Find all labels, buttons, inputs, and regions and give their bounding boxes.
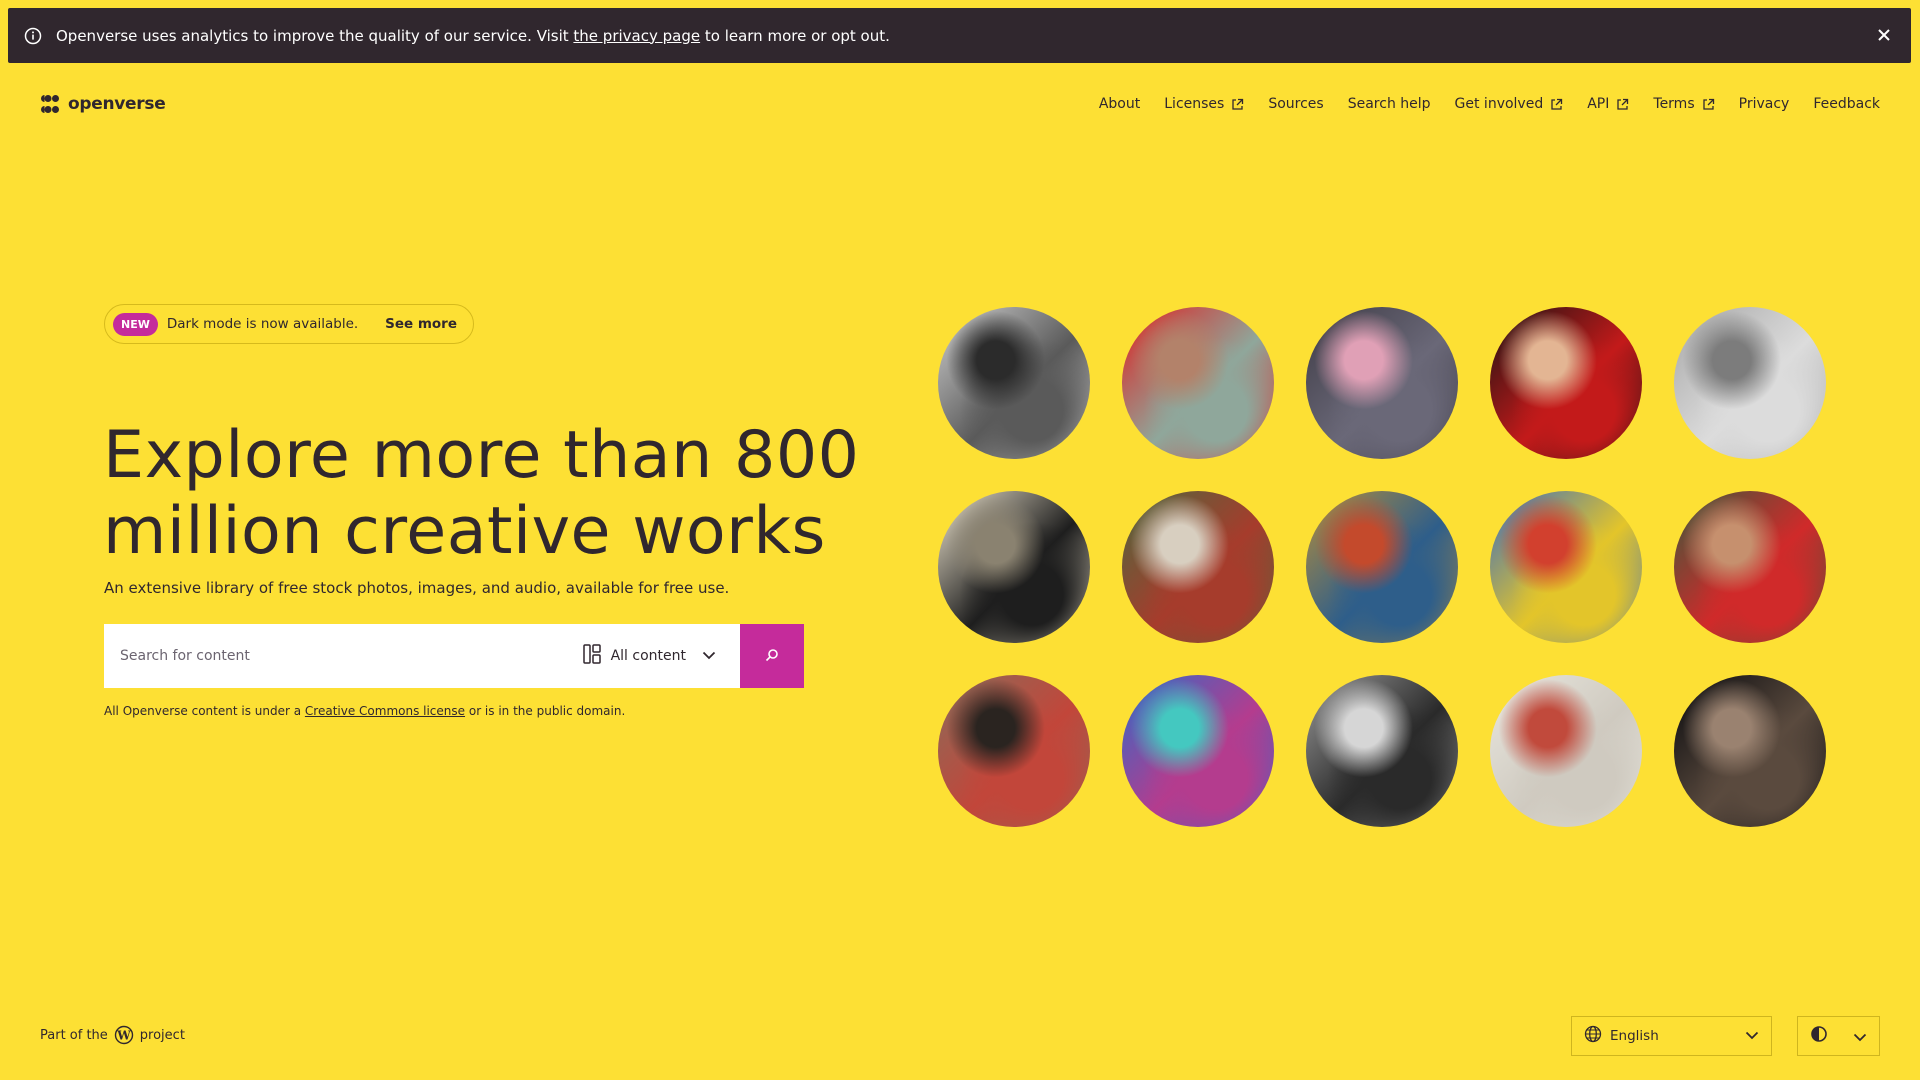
nav-terms[interactable]: Terms (1653, 96, 1714, 112)
see-more-button[interactable]: See more (385, 316, 457, 332)
banner-text: Openverse uses analytics to improve the … (56, 27, 890, 45)
external-link-icon (1550, 98, 1563, 111)
gallery-image-red-athlete-bowing[interactable] (1122, 307, 1274, 459)
gallery-image-wrestler-red-singlet[interactable] (1674, 491, 1826, 643)
nav-get-involved[interactable]: Get involved (1455, 96, 1564, 112)
globe-icon (1584, 1025, 1602, 1047)
chevron-down-icon (1853, 1027, 1867, 1046)
nav-label: Terms (1653, 96, 1695, 112)
gallery-image-poster-athlete[interactable] (1306, 491, 1458, 643)
logo-text: openverse (68, 94, 166, 114)
project-text: project (139, 1027, 185, 1043)
search-input[interactable] (120, 648, 575, 664)
page-title: Explore more than 800 million creative w… (103, 418, 863, 570)
gallery-image-track-cyclist[interactable] (1122, 491, 1274, 643)
title-line-1: Explore more than 800 (103, 418, 860, 493)
chevron-down-icon (702, 648, 716, 664)
theme-select[interactable] (1797, 1016, 1880, 1056)
nav-label: Get involved (1454, 96, 1544, 112)
part-of-text: Part of the (40, 1027, 108, 1043)
nav-label: About (1098, 96, 1141, 112)
nav-label: Feedback (1813, 96, 1880, 112)
notice-text: Dark mode is now available. (166, 316, 359, 332)
site-header: openverse About Licenses Sources Search … (40, 90, 1880, 118)
external-link-icon (1702, 98, 1715, 111)
gallery-image-sprinter-motion[interactable] (1122, 675, 1274, 827)
language-select[interactable]: English (1571, 1016, 1772, 1056)
language-label: English (1610, 1028, 1659, 1044)
chevron-down-icon (1745, 1028, 1759, 1044)
gallery-image-vintage-team-photo[interactable] (1306, 675, 1458, 827)
banner-text-after: to learn more or opt out. (700, 26, 890, 45)
nav-label: Licenses (1164, 96, 1225, 112)
gallery-image-cyclist-helmet[interactable] (938, 675, 1090, 827)
nav-sources[interactable]: Sources (1268, 96, 1323, 112)
nav-label: API (1587, 96, 1610, 112)
info-circle-icon (24, 27, 42, 45)
analytics-banner: Openverse uses analytics to improve the … (8, 8, 1911, 63)
privacy-page-link[interactable]: the privacy page (573, 27, 700, 45)
openverse-logo[interactable]: openverse (40, 94, 166, 114)
license-note-before: All Openverse content is under a (104, 704, 305, 718)
banner-text-before: Openverse uses analytics to improve the … (56, 26, 574, 45)
gallery-image-boxer-portrait[interactable] (938, 307, 1090, 459)
gallery-image-weightlifter-red[interactable] (1490, 307, 1642, 459)
gallery-image-wrestlers-drawing[interactable] (938, 491, 1090, 643)
nav-api[interactable]: API (1587, 96, 1629, 112)
openverse-logo-icon (40, 94, 60, 114)
license-note: All Openverse content is under a Creativ… (104, 704, 625, 718)
nav-licenses[interactable]: Licenses (1164, 96, 1244, 112)
creative-commons-link[interactable]: Creative Commons license (305, 704, 465, 718)
license-note-after: or is in the public domain. (465, 704, 626, 718)
content-type-icon (582, 644, 601, 668)
gallery-image-gymnast-hands-rings[interactable] (1306, 307, 1458, 459)
nav-label: Search help (1347, 96, 1431, 112)
title-line-2: million creative works (103, 494, 826, 569)
featured-images-grid (938, 307, 1826, 827)
search-box: All content (104, 624, 740, 688)
nav-search-help[interactable]: Search help (1348, 96, 1431, 112)
dark-mode-notice: NEW Dark mode is now available. See more (104, 304, 474, 344)
footer-wp-note: Part of the W project (40, 1025, 185, 1045)
nav-privacy[interactable]: Privacy (1739, 96, 1790, 112)
main-nav: About Licenses Sources Search help Get i… (1099, 96, 1880, 112)
content-type-select[interactable]: All content (575, 644, 724, 668)
svg-text:W: W (116, 1028, 131, 1042)
search-button[interactable] (740, 624, 804, 688)
nav-label: Privacy (1738, 96, 1790, 112)
external-link-icon (1231, 98, 1244, 111)
new-badge: NEW (113, 312, 158, 336)
gallery-image-diver-flag[interactable] (1490, 491, 1642, 643)
search-icon (765, 647, 779, 666)
content-type-label: All content (610, 648, 686, 664)
wordpress-icon[interactable]: W (114, 1025, 134, 1045)
contrast-icon (1810, 1025, 1828, 1047)
gallery-image-silver-medal-relief[interactable] (1674, 307, 1826, 459)
nav-about[interactable]: About (1099, 96, 1140, 112)
external-link-icon (1616, 98, 1629, 111)
page-subtitle: An extensive library of free stock photo… (104, 579, 730, 597)
close-icon[interactable] (1875, 26, 1893, 44)
nav-feedback[interactable]: Feedback (1813, 96, 1880, 112)
gallery-image-gymnast-dark[interactable] (1674, 675, 1826, 827)
gallery-image-fencer-mask[interactable] (1490, 675, 1642, 827)
search-form: All content (104, 624, 804, 688)
nav-label: Sources (1268, 96, 1324, 112)
